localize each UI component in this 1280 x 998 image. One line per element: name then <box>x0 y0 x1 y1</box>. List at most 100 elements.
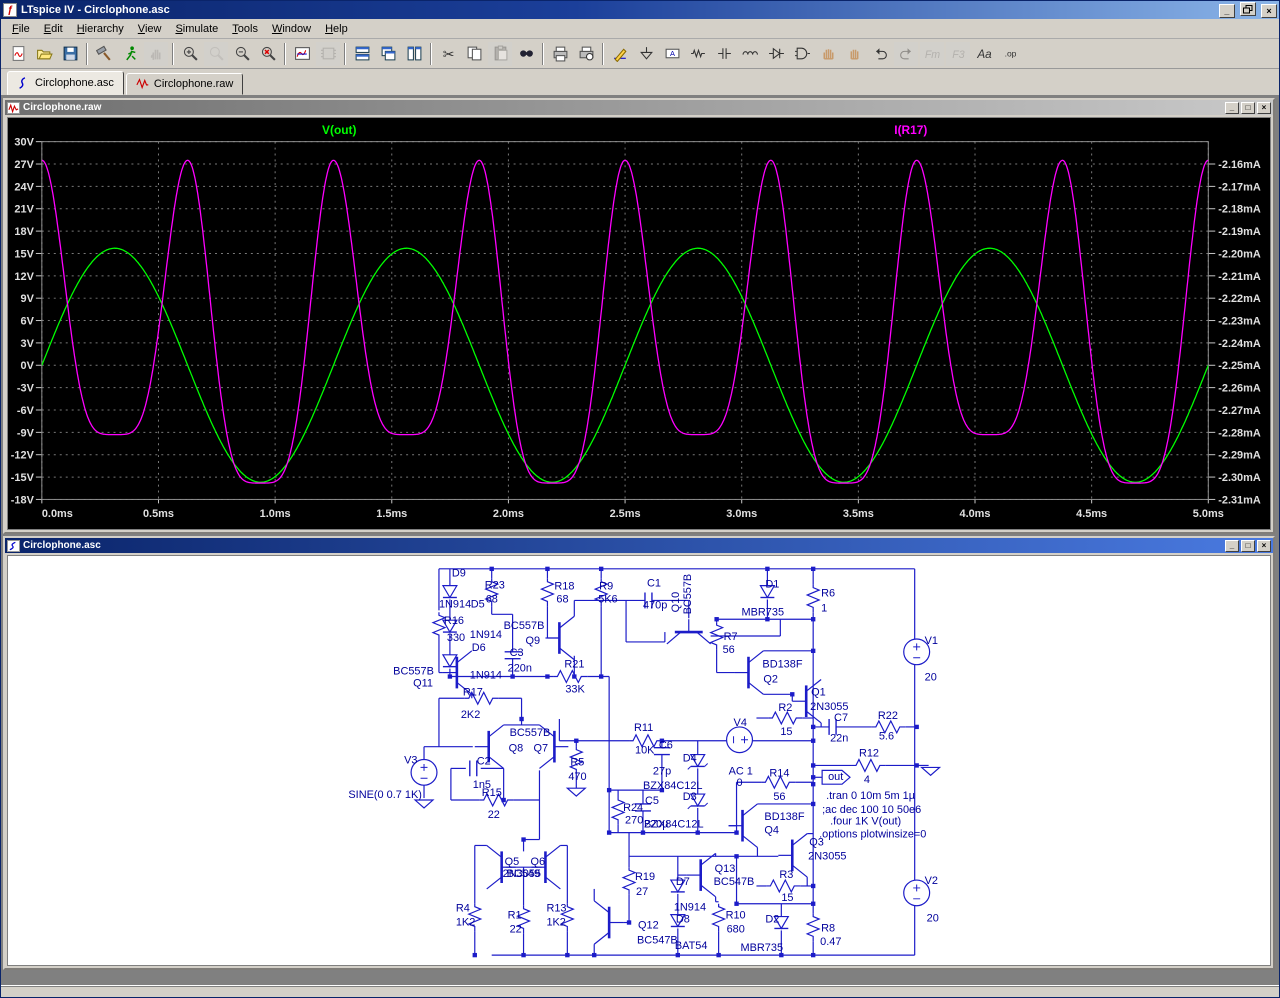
find-button[interactable] <box>514 42 538 66</box>
schematic-canvas-area[interactable]: .slab{fill:#00009b;font:11px "Liberation… <box>7 555 1271 966</box>
zoom-back-button <box>204 42 228 66</box>
diode-button[interactable] <box>764 42 788 66</box>
svg-text:V1: V1 <box>925 635 938 647</box>
print-icon <box>552 45 569 62</box>
inductor-button[interactable] <box>738 42 762 66</box>
schematic-close-button[interactable]: × <box>1257 540 1271 552</box>
svg-text:2.0ms: 2.0ms <box>493 508 524 520</box>
new-schematic-icon <box>10 45 27 62</box>
svg-text:56: 56 <box>723 644 735 656</box>
menu-hierarchy[interactable]: Hierarchy <box>70 20 131 38</box>
wire-button[interactable] <box>608 42 632 66</box>
mdi-area: Circlophone.raw _ □ × .axlab{fill:#e0e0e… <box>1 96 1280 985</box>
rotate-button: F3 <box>946 42 970 66</box>
svg-text:-2.29mA: -2.29mA <box>1218 450 1261 462</box>
svg-text:0.47: 0.47 <box>820 936 841 948</box>
zoom-out-button[interactable] <box>230 42 254 66</box>
control-panel-button[interactable] <box>92 42 116 66</box>
waveform-tab-icon <box>136 77 150 91</box>
open-button[interactable] <box>32 42 56 66</box>
zoom-in-icon <box>182 45 199 62</box>
svg-text:BC557B: BC557B <box>393 666 434 678</box>
capacitor-button[interactable] <box>712 42 736 66</box>
zoom-full-button[interactable] <box>256 42 280 66</box>
schematic-canvas[interactable]: .slab{fill:#00009b;font:11px "Liberation… <box>8 556 1270 965</box>
svg-text:Q11: Q11 <box>413 677 433 689</box>
svg-text:68: 68 <box>556 593 568 605</box>
svg-text:V4: V4 <box>734 717 747 729</box>
menu-edit[interactable]: Edit <box>37 20 70 38</box>
svg-text:.tran 0 10m 5m 1µ: .tran 0 10m 5m 1µ <box>826 790 916 802</box>
menu-simulate[interactable]: Simulate <box>168 20 225 38</box>
diode-icon <box>768 45 785 62</box>
tile-horizontal-button[interactable] <box>350 42 374 66</box>
schematic-minimize-button[interactable]: _ <box>1225 540 1239 552</box>
spice-directive-button[interactable]: .op <box>998 42 1022 66</box>
waveform-window-titlebar[interactable]: Circlophone.raw _ □ × <box>5 100 1273 115</box>
copy-button[interactable] <box>462 42 486 66</box>
svg-text:9V: 9V <box>20 293 34 305</box>
move-button[interactable] <box>816 42 840 66</box>
waveform-close-button[interactable]: × <box>1257 102 1271 114</box>
zoom-in-button[interactable] <box>178 42 202 66</box>
menu-help[interactable]: Help <box>318 20 355 38</box>
waveform-plot-area[interactable]: .axlab{fill:#e0e0e0;font:bold 11px "Libe… <box>7 117 1271 530</box>
svg-text:R7: R7 <box>724 631 738 643</box>
component-button[interactable] <box>790 42 814 66</box>
print-button[interactable] <box>548 42 572 66</box>
svg-text:5.0ms: 5.0ms <box>1193 508 1224 520</box>
svg-text:1N914: 1N914 <box>470 629 502 641</box>
restore-button[interactable] <box>1240 2 1256 16</box>
waveform-plot[interactable]: .axlab{fill:#e0e0e0;font:bold 11px "Libe… <box>8 118 1270 529</box>
net-label-button[interactable]: A <box>660 42 684 66</box>
window-titlebar[interactable]: ƒ LTspice IV - Circlophone.asc _ × <box>1 1 1279 19</box>
undo-button[interactable] <box>868 42 892 66</box>
tab-circlophone-raw[interactable]: Circlophone.raw <box>126 73 243 95</box>
svg-text:R2: R2 <box>778 702 792 714</box>
print-preview-button[interactable] <box>574 42 598 66</box>
tile-vertical-button[interactable] <box>402 42 426 66</box>
save-button[interactable] <box>58 42 82 66</box>
svg-text:R15: R15 <box>482 787 502 799</box>
svg-text:1.5ms: 1.5ms <box>376 508 407 520</box>
tab-label: Circlophone.asc <box>35 77 114 89</box>
close-button[interactable]: × <box>1261 4 1277 18</box>
menu-window[interactable]: Window <box>265 20 318 38</box>
schematic-maximize-button[interactable]: □ <box>1241 540 1255 552</box>
cut-button[interactable]: ✂ <box>436 42 460 66</box>
svg-text:4.5ms: 4.5ms <box>1076 508 1107 520</box>
schematic-window-titlebar[interactable]: Circlophone.asc _ □ × <box>5 538 1273 553</box>
menu-file[interactable]: File <box>5 20 37 38</box>
run-button[interactable] <box>118 42 142 66</box>
svg-text:24V: 24V <box>14 181 34 193</box>
waveform-minimize-button[interactable]: _ <box>1225 102 1239 114</box>
svg-text:R4: R4 <box>456 903 470 915</box>
text-button[interactable]: Aa <box>972 42 996 66</box>
paste-icon <box>492 45 509 62</box>
new-schematic-button[interactable] <box>6 42 30 66</box>
undo-icon <box>872 45 889 62</box>
cascade-button[interactable] <box>376 42 400 66</box>
plot-pane-button[interactable] <box>290 42 314 66</box>
svg-text:R1: R1 <box>508 910 522 922</box>
resistor-button[interactable] <box>686 42 710 66</box>
ground-button[interactable] <box>634 42 658 66</box>
svg-text:D9: D9 <box>452 568 466 580</box>
schematic-window-title: Circlophone.asc <box>23 540 1223 551</box>
drag-button[interactable] <box>842 42 866 66</box>
waveform-maximize-button[interactable]: □ <box>1241 102 1255 114</box>
svg-text:D4: D4 <box>683 753 697 765</box>
minimize-button[interactable]: _ <box>1219 4 1235 18</box>
svg-text:.options plotwinsize=0: .options plotwinsize=0 <box>819 829 926 841</box>
svg-text:R6: R6 <box>821 588 835 600</box>
schematic-window: Circlophone.asc _ □ × .slab{fill:#00009b… <box>3 536 1275 970</box>
svg-text:1K2: 1K2 <box>546 917 565 929</box>
svg-text:BC549: BC549 <box>507 868 540 880</box>
svg-text:A: A <box>670 49 675 58</box>
svg-text:-2.30mA: -2.30mA <box>1218 472 1261 484</box>
menu-tools[interactable]: Tools <box>225 20 265 38</box>
svg-text:BD138F: BD138F <box>764 811 804 823</box>
svg-text:2.5ms: 2.5ms <box>610 508 641 520</box>
menu-view[interactable]: View <box>131 20 169 38</box>
tab-circlophone-asc[interactable]: Circlophone.asc <box>7 71 124 95</box>
